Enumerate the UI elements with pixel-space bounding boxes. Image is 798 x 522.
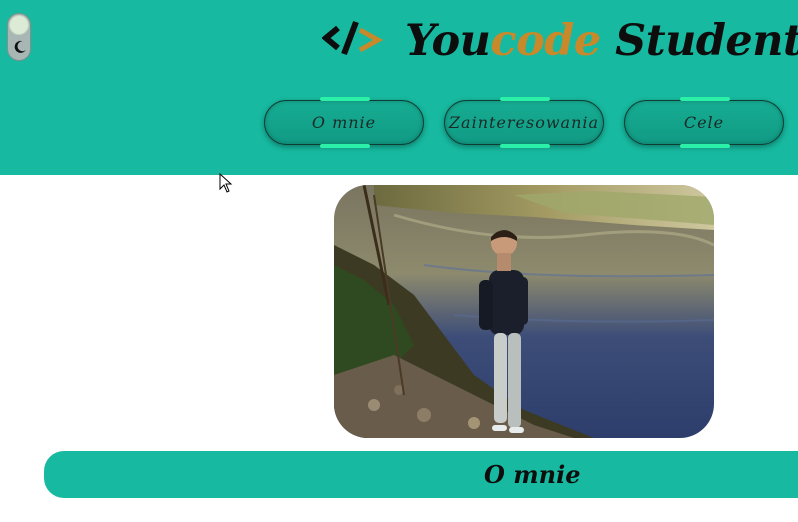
section-title: O mnie	[484, 460, 581, 489]
brand-part1: You	[405, 16, 491, 66]
nav-goals-button[interactable]: Cele	[624, 97, 784, 148]
brand-part2: Student	[600, 16, 798, 66]
site-header: Youcode Student O mnie Zainteresowania C…	[0, 0, 798, 175]
code-slash-icon	[322, 20, 384, 56]
toggle-knob	[9, 15, 29, 35]
moon-icon	[14, 40, 26, 53]
theme-toggle[interactable]	[7, 13, 31, 61]
profile-photo	[334, 185, 714, 438]
mouse-cursor-icon	[219, 173, 233, 193]
site-brand[interactable]: Youcode Student	[405, 12, 798, 70]
brand-accent: code	[490, 16, 601, 66]
nav-interests-button[interactable]: Zainteresowania	[444, 97, 604, 148]
nav-about-button[interactable]: O mnie	[264, 97, 424, 148]
section-header-bar	[44, 451, 798, 498]
